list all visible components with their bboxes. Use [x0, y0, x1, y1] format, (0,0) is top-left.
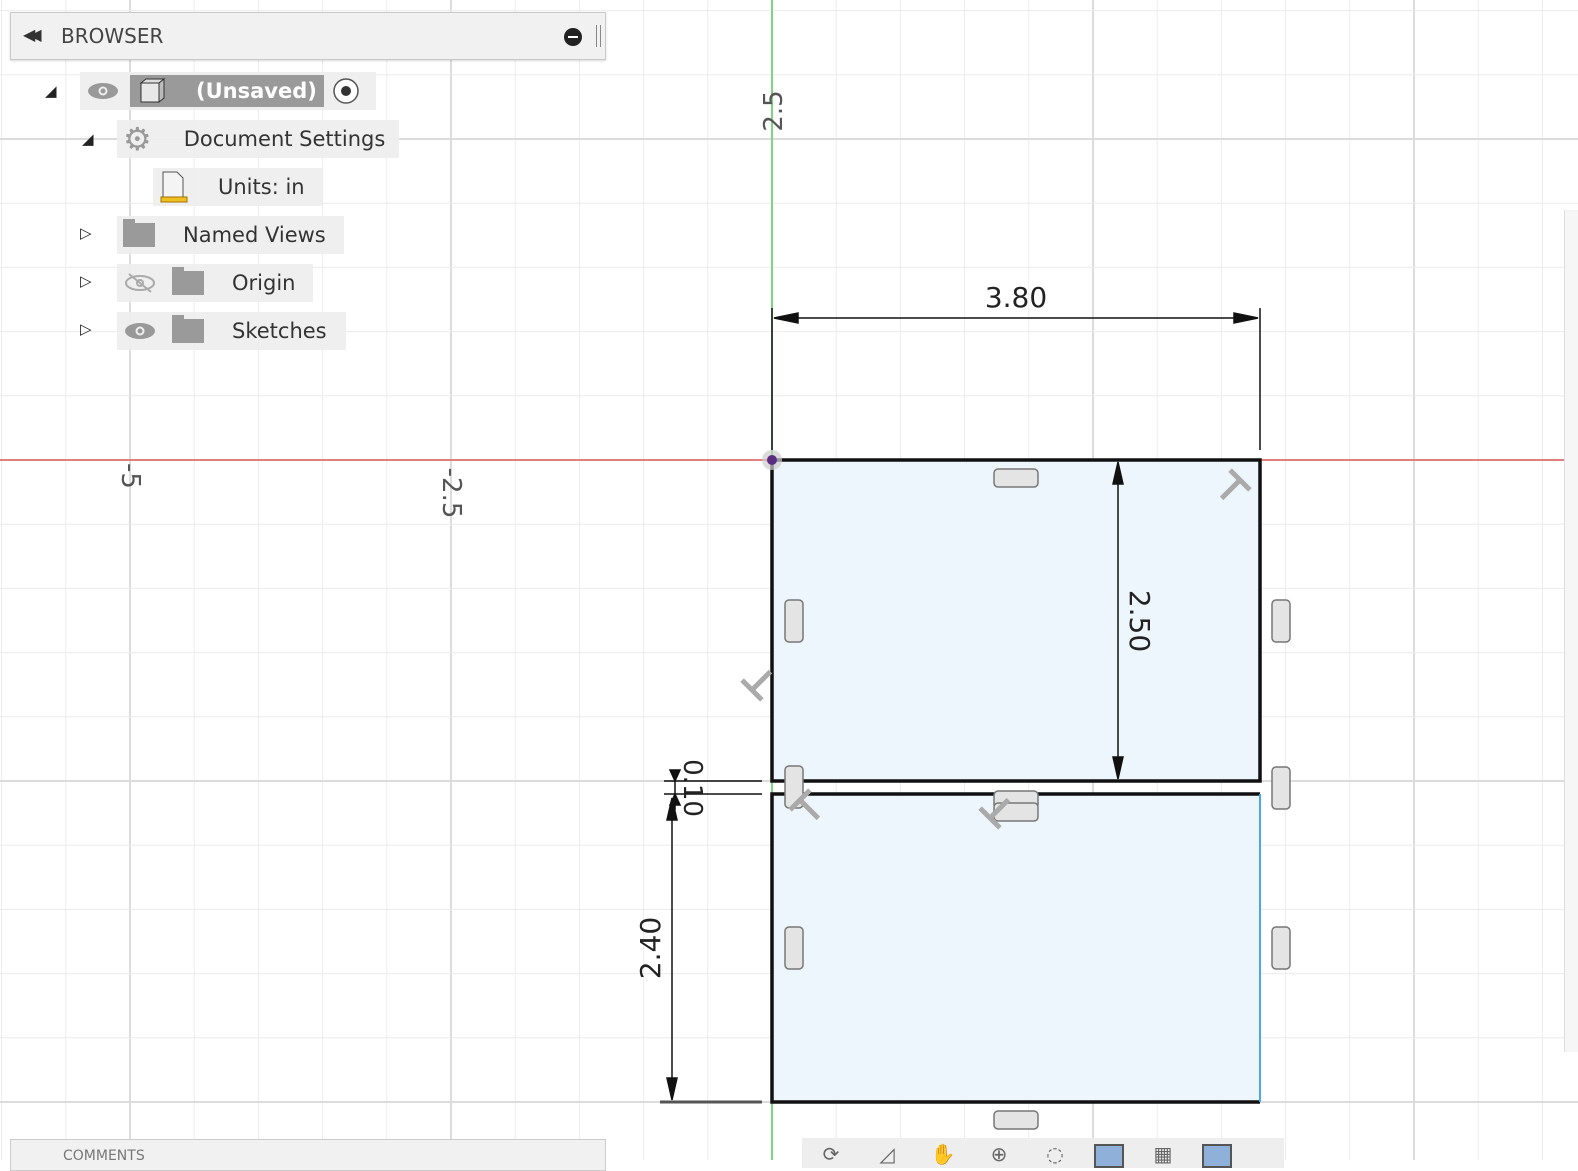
- component-box-icon: [139, 78, 166, 104]
- units-document-icon: [160, 171, 188, 203]
- tree-item-origin[interactable]: Origin: [117, 264, 313, 302]
- vertical-constraint-icon[interactable]: [1271, 926, 1291, 970]
- expand-toggle-icon[interactable]: ▷: [80, 320, 92, 338]
- horizontal-constraint-icon[interactable]: [993, 1110, 1039, 1130]
- profile-lower[interactable]: [772, 794, 1260, 1102]
- collapse-panel-icon[interactable]: ◀◀: [23, 25, 41, 44]
- minimize-icon[interactable]: [564, 28, 582, 46]
- expand-toggle-icon[interactable]: ◢: [45, 82, 57, 100]
- tree-item-label: Units: in: [218, 175, 305, 199]
- eye-icon[interactable]: [86, 81, 120, 101]
- dimension-gap-label[interactable]: 0.10: [677, 759, 707, 817]
- browser-title: BROWSER: [61, 24, 164, 48]
- dimension-height-bottom-label[interactable]: 2.40: [634, 917, 667, 979]
- pan-icon[interactable]: ✋: [926, 1144, 960, 1170]
- zoom-icon[interactable]: ⊕: [982, 1144, 1016, 1170]
- vertical-constraint-icon[interactable]: [1271, 599, 1291, 643]
- tree-item-document-settings[interactable]: ⚙ Document Settings: [117, 120, 399, 158]
- expand-toggle-icon[interactable]: ▷: [80, 224, 92, 242]
- eye-icon[interactable]: [123, 321, 157, 341]
- origin-point-center: [767, 455, 777, 465]
- tree-item-units[interactable]: Units: in: [153, 168, 323, 206]
- display-settings-icon[interactable]: [1094, 1144, 1124, 1168]
- eye-hidden-icon[interactable]: [123, 273, 157, 293]
- activate-radio-icon[interactable]: [332, 77, 360, 105]
- vertical-constraint-icon[interactable]: [784, 599, 804, 643]
- horizontal-constraint-icon[interactable]: [993, 468, 1039, 488]
- tree-item-label: Origin: [232, 271, 296, 295]
- folder-icon: [172, 267, 204, 295]
- navigation-toolbar: ⟳ ◿ ✋ ⊕ ◌ ▦: [802, 1138, 1284, 1168]
- dimension-height-bottom[interactable]: [660, 797, 762, 1104]
- tree-item-label: (Unsaved): [196, 79, 317, 103]
- profile-upper[interactable]: [772, 460, 1260, 781]
- axis-label-x-neg5: -5: [115, 463, 145, 489]
- comments-panel[interactable]: COMMENTS: [10, 1139, 606, 1171]
- tree-item-root[interactable]: (Unsaved): [80, 72, 376, 110]
- grid-settings-icon[interactable]: ▦: [1146, 1144, 1180, 1170]
- orbit-icon[interactable]: ⟳: [814, 1144, 848, 1170]
- expand-toggle-icon[interactable]: ▷: [80, 272, 92, 290]
- vertical-constraint-icon[interactable]: [1271, 766, 1291, 810]
- gear-icon: ⚙: [123, 120, 152, 158]
- tree-item-sketches[interactable]: Sketches: [117, 312, 346, 350]
- viewports-icon[interactable]: [1202, 1144, 1232, 1168]
- right-scrollbar[interactable]: [1564, 210, 1578, 1052]
- comments-title: COMMENTS: [63, 1148, 145, 1164]
- expand-toggle-icon[interactable]: ◢: [82, 130, 94, 148]
- browser-panel: ◀◀ BROWSER: [10, 12, 606, 60]
- panel-grip-icon[interactable]: [596, 25, 601, 47]
- look-at-icon[interactable]: ◿: [870, 1144, 904, 1170]
- tree-item-label: Sketches: [232, 319, 327, 343]
- axis-label-x-neg2-5: -2.5: [436, 468, 466, 519]
- tree-item-named-views[interactable]: Named Views: [117, 216, 344, 254]
- dimension-width-label[interactable]: 3.80: [985, 281, 1047, 314]
- fit-icon[interactable]: ◌: [1038, 1144, 1072, 1170]
- folder-icon: [123, 219, 155, 247]
- tree-item-label: Named Views: [183, 223, 326, 247]
- folder-icon: [172, 315, 204, 343]
- dimension-width[interactable]: [771, 308, 1261, 450]
- dimension-height-top-label[interactable]: 2.50: [1123, 590, 1156, 652]
- vertical-constraint-icon[interactable]: [784, 926, 804, 970]
- tree-item-label: Document Settings: [183, 127, 386, 151]
- axis-label-y-2-5: 2.5: [759, 90, 789, 131]
